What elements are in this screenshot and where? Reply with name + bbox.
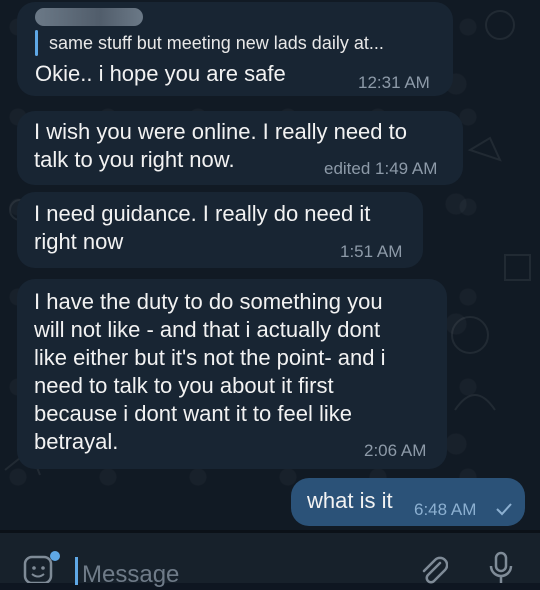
message-time: 12:31 AM <box>358 73 430 92</box>
text-cursor <box>75 557 78 585</box>
message-time: edited 1:49 AM <box>324 159 438 178</box>
check-icon <box>495 502 513 521</box>
reply-preview-text[interactable]: same stuff but meeting new lads daily at… <box>49 33 384 54</box>
redacted-sender-name <box>35 8 143 26</box>
sticker-icon[interactable] <box>22 551 60 588</box>
message-text: I need guidance. I really do need it rig… <box>34 201 371 254</box>
message-text: I have the duty to do something you will… <box>34 289 386 454</box>
reply-quote-bar <box>35 30 38 56</box>
message-input[interactable]: Message <box>82 561 179 589</box>
message-composer: Message <box>0 533 540 588</box>
message-bubble-incoming[interactable]: same stuff but meeting new lads daily at… <box>17 2 453 96</box>
message-time: 6:48 AM <box>414 500 477 519</box>
message-bubble-incoming[interactable]: I have the duty to do something you will… <box>17 279 447 469</box>
message-text: what is it <box>307 488 393 513</box>
microphone-icon[interactable] <box>488 551 514 590</box>
message-bubble-outgoing[interactable]: what is it 6:48 AM <box>291 478 525 526</box>
message-text: Okie.. i hope you are safe <box>35 61 286 86</box>
message-time: 1:51 AM <box>340 242 403 261</box>
message-bubble-incoming[interactable]: I need guidance. I really do need it rig… <box>17 192 423 268</box>
message-bubble-incoming[interactable]: I wish you were online. I really need to… <box>17 111 463 185</box>
message-time: 2:06 AM <box>364 441 427 460</box>
attach-icon[interactable] <box>418 555 449 590</box>
